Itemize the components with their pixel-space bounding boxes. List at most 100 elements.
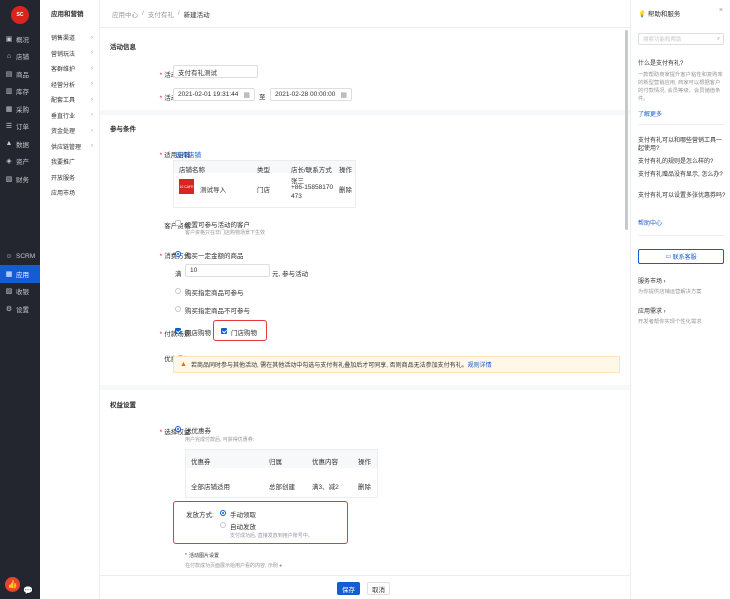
sidebar-item-label: 商品	[16, 71, 29, 79]
consume-amount-radio[interactable]	[175, 251, 181, 257]
issue-label: 发放方式:	[186, 512, 214, 519]
close-icon[interactable]: ×	[719, 7, 723, 14]
consume-exclude-radio[interactable]	[175, 306, 181, 312]
help-center-link[interactable]: 帮助中心	[638, 218, 662, 227]
scene-store-label: 门店购物	[231, 330, 257, 337]
sidebar-item-label: 收银	[16, 289, 29, 297]
scene-online-checkbox[interactable]	[175, 328, 181, 334]
amount-input[interactable]: 10	[185, 264, 270, 277]
start-time-input[interactable]: 2021-02-01 19:31:44 ▦	[173, 88, 255, 101]
subnav-item[interactable]: 客群维护 ›	[40, 61, 99, 77]
rights-coupon-option: 送优惠券	[185, 428, 211, 435]
cancel-button[interactable]: 取消	[367, 582, 390, 595]
subnav-item-label: 客群维护	[51, 67, 76, 74]
store-contact-phone: +86-15858170	[291, 184, 334, 191]
select-store-link[interactable]: 选择店铺	[175, 149, 201, 159]
subnav-item[interactable]: 经营分析 ›	[40, 77, 99, 93]
goods-icon: ▤	[5, 70, 13, 78]
help-question-2[interactable]: 支付有礼可以和哪些营销工具一起使用?	[638, 137, 726, 153]
subnav-item[interactable]: 应用市场	[40, 185, 99, 201]
subnav-item-label: 资金处理	[51, 129, 76, 136]
sidebar-item[interactable]: ☰ 订单	[0, 118, 40, 136]
sidebar-item-label: 库存	[16, 89, 29, 97]
sidebar-item[interactable]: ▤ 商品	[0, 65, 40, 83]
coupon-name-link[interactable]: 全部店铺适用	[191, 481, 230, 491]
sidebar-bottom: 👍 💬	[0, 577, 40, 599]
sidebar-item[interactable]: ⚙ 设置	[0, 300, 40, 318]
issue-manual-radio[interactable]	[220, 510, 226, 516]
sidebar-item-label: 采购	[16, 106, 29, 114]
rights-hint: 用户完成付款后, 可获得优惠券:	[185, 437, 255, 443]
section-title-info: 活动信息	[110, 44, 136, 51]
sidebar-item[interactable]: ⌂ 店铺	[0, 48, 40, 66]
issue-auto-radio[interactable]	[220, 522, 226, 528]
help-question-1[interactable]: 什么是支付有礼?	[638, 60, 726, 68]
message-icon: ▭	[665, 254, 671, 260]
chevron-right-icon: ›	[91, 65, 93, 72]
subnav-item[interactable]: 销售渠道 ›	[40, 30, 99, 46]
subnav-item[interactable]: 资金处理 ›	[40, 123, 99, 139]
amount-prefix: 满	[175, 271, 182, 278]
sidebar-item[interactable]: ▦ 采购	[0, 100, 40, 118]
stack-warning: ▲ 若商品同时参与其他活动, 需在其他活动中勾选与支付有礼叠加后才可同享, 否则…	[173, 356, 620, 373]
learn-more-link[interactable]: 了解更多	[638, 109, 662, 118]
rights-label: * 选择权益:	[159, 429, 192, 436]
help-question-5[interactable]: 支付有礼可以设置多张优惠券吗?	[638, 192, 726, 200]
coupon-col-owner: 归属	[269, 459, 282, 466]
end-time-input[interactable]: 2021-02-28 00:00:00 ▦	[270, 88, 352, 101]
breadcrumb-pay-gift[interactable]: 支付有礼	[148, 9, 174, 19]
cashier-icon: ▨	[5, 288, 13, 296]
scene-store-checkbox[interactable]	[221, 328, 227, 334]
subnav-item-label: 应用市场	[51, 191, 76, 198]
subnav-item[interactable]: 垂直行业 ›	[40, 108, 99, 124]
help-search-input[interactable]: 搜索功能和帮助 ⌕	[638, 33, 724, 45]
subnav-item[interactable]: 营销玩法 ›	[40, 46, 99, 62]
calendar-icon: ▦	[340, 91, 347, 99]
store-thumbnail: 10 CAFE	[179, 179, 194, 194]
scrm-icon: ☺	[5, 252, 13, 260]
app-logo[interactable]: SC	[0, 0, 40, 30]
sidebar-item[interactable]: ▨ 收银	[0, 283, 40, 301]
help-answer-1: 一款帮助商家提升客户粘性和复购率的新型营销应用, 商家可以根据客户的付款情况, …	[638, 72, 723, 102]
sidebar-item[interactable]: ▥ 库存	[0, 83, 40, 101]
sidebar-item[interactable]: ▲ 数据	[0, 135, 40, 153]
store-name: 测试导入	[200, 187, 226, 194]
help-question-4[interactable]: 支付有礼赠品没有显示, 怎么办?	[638, 171, 726, 179]
thumbs-up-icon[interactable]: 👍	[5, 577, 20, 592]
app-need-link[interactable]: 应用需求 ›	[638, 308, 726, 316]
coupon-delete-link[interactable]: 删除	[358, 481, 371, 491]
store-col-type: 类型	[257, 167, 270, 174]
service-market-link[interactable]: 服务市场 ›	[638, 278, 726, 286]
sidebar-item[interactable]: ▦ 应用	[0, 265, 40, 283]
sidebar-item[interactable]: ▧ 财务	[0, 170, 40, 188]
subnav-item[interactable]: 配套工具 ›	[40, 92, 99, 108]
sidebar-item[interactable]: ◈ 资产	[0, 153, 40, 171]
subnav-item[interactable]: 开放服务	[40, 170, 99, 186]
chat-icon[interactable]: 💬	[23, 586, 33, 595]
store-delete-link[interactable]: 删除	[339, 184, 352, 194]
rule-detail-link[interactable]: 规则详情	[468, 360, 492, 369]
form-footer: 保存 取消	[100, 575, 630, 599]
issue-manual-option: 手动领取	[230, 512, 256, 519]
sidebar-item[interactable]: ☺ SCRM	[0, 248, 40, 266]
activity-name-input[interactable]: 支付有礼测试	[173, 65, 258, 78]
qualification-checkbox[interactable]	[175, 220, 181, 226]
contact-service-button[interactable]: ▭ 联系客服	[638, 249, 724, 264]
subnav-item[interactable]: 我要推广	[40, 154, 99, 170]
sidebar-item[interactable]: ▣ 概况	[0, 30, 40, 48]
breadcrumb-app-center[interactable]: 应用中心	[112, 9, 138, 19]
content-scrollbar[interactable]	[625, 30, 628, 230]
scene-online-label: 网店购物	[185, 330, 211, 337]
save-button[interactable]: 保存	[337, 582, 360, 595]
subnav-item[interactable]: 供应链管理 ›	[40, 139, 99, 155]
image-setting-label: * 活动图片设置	[185, 553, 219, 559]
subnav-item-label: 经营分析	[51, 82, 76, 89]
help-question-3[interactable]: 支付有礼的规则是怎么样的?	[638, 158, 726, 166]
breadcrumb: 应用中心 / 支付有礼 / 新建活动	[100, 0, 630, 28]
store-icon: ⌂	[6, 52, 12, 60]
consume-include-radio[interactable]	[175, 288, 181, 294]
subnav-item-label: 垂直行业	[51, 113, 76, 120]
rights-coupon-radio[interactable]	[175, 426, 181, 432]
issue-auto-option: 自动发放	[230, 524, 256, 531]
subnav-title: 应用和营销	[51, 11, 84, 18]
